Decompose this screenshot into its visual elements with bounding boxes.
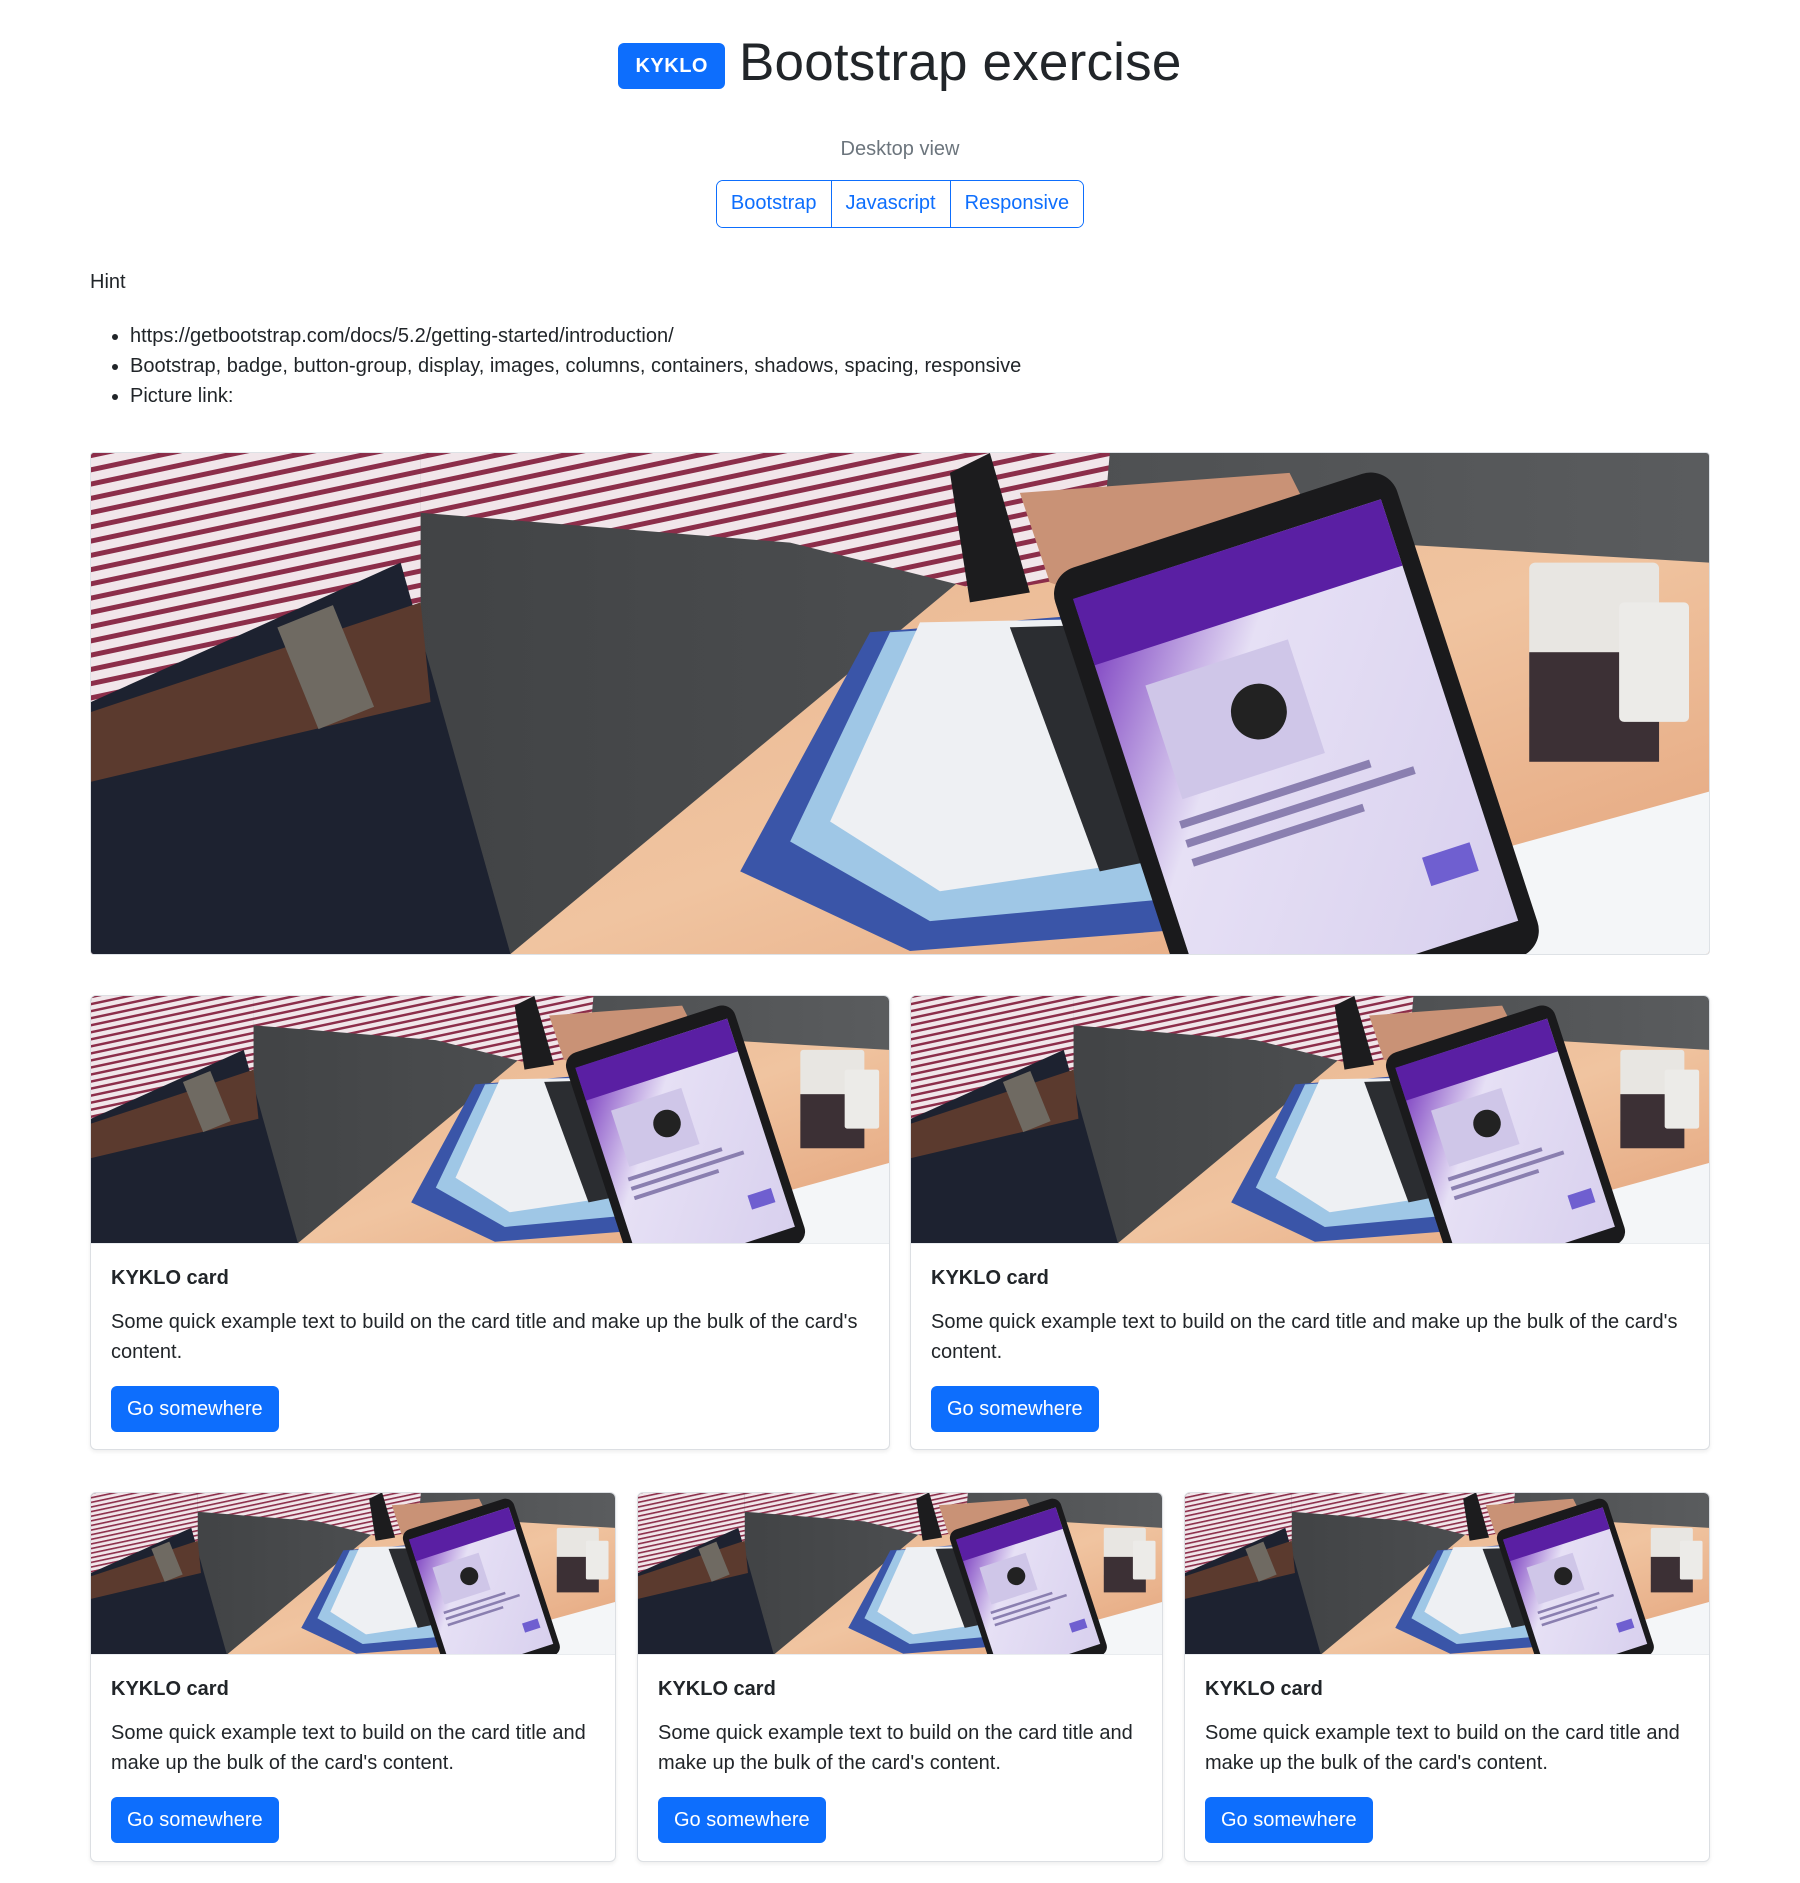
responsive-button[interactable]: Responsive xyxy=(950,181,1084,227)
hint-item-link: https://getbootstrap.com/docs/5.2/gettin… xyxy=(130,321,1710,351)
hint-item-topics: Bootstrap, badge, button-group, display,… xyxy=(130,351,1710,381)
card-body: KYKLO card Some quick example text to bu… xyxy=(91,1678,615,1843)
card-image xyxy=(91,1493,615,1655)
card-image xyxy=(638,1493,1162,1655)
main-container: KYKLO Bootstrap exercise Desktop view Bo… xyxy=(90,0,1710,411)
tablet-photo xyxy=(91,453,1709,954)
page-header: KYKLO Bootstrap exercise Desktop view Bo… xyxy=(90,0,1710,228)
button-group: Bootstrap Javascript Responsive xyxy=(715,180,1085,228)
go-somewhere-button[interactable]: Go somewhere xyxy=(658,1797,826,1843)
card-text: Some quick example text to build on the … xyxy=(111,1722,586,1774)
go-somewhere-button[interactable]: Go somewhere xyxy=(111,1797,279,1843)
card-2: KYKLO card Some quick example text to bu… xyxy=(910,995,1710,1450)
page-title: Bootstrap exercise xyxy=(738,32,1182,92)
card-image xyxy=(911,996,1709,1244)
card-4: KYKLO card Some quick example text to bu… xyxy=(637,1492,1163,1862)
card-5: KYKLO card Some quick example text to bu… xyxy=(1184,1492,1710,1862)
card-image xyxy=(91,996,889,1244)
card-image xyxy=(1185,1493,1709,1655)
card-text: Some quick example text to build on the … xyxy=(111,1311,858,1363)
card-body: KYKLO card Some quick example text to bu… xyxy=(1185,1678,1709,1843)
card-text: Some quick example text to build on the … xyxy=(658,1722,1133,1774)
kyklo-badge: KYKLO xyxy=(618,43,725,89)
go-somewhere-button[interactable]: Go somewhere xyxy=(931,1386,1099,1432)
go-somewhere-button[interactable]: Go somewhere xyxy=(1205,1797,1373,1843)
card-body: KYKLO card Some quick example text to bu… xyxy=(91,1267,889,1432)
card-body: KYKLO card Some quick example text to bu… xyxy=(638,1678,1162,1843)
card-title: KYKLO card xyxy=(1205,1678,1323,1700)
hint-item-picture: Picture link: xyxy=(130,381,1710,411)
card-text: Some quick example text to build on the … xyxy=(931,1311,1678,1363)
card-3: KYKLO card Some quick example text to bu… xyxy=(90,1492,616,1862)
hero-image xyxy=(90,452,1710,955)
card-text: Some quick example text to build on the … xyxy=(1205,1722,1680,1774)
hint-label: Hint xyxy=(90,271,126,293)
page-subtitle: Desktop view xyxy=(840,138,960,160)
card-title: KYKLO card xyxy=(931,1267,1049,1289)
hint-list: https://getbootstrap.com/docs/5.2/gettin… xyxy=(90,321,1710,411)
bootstrap-button[interactable]: Bootstrap xyxy=(716,181,832,227)
card-1: KYKLO card Some quick example text to bu… xyxy=(90,995,890,1450)
card-body: KYKLO card Some quick example text to bu… xyxy=(911,1267,1709,1432)
go-somewhere-button[interactable]: Go somewhere xyxy=(111,1386,279,1432)
javascript-button[interactable]: Javascript xyxy=(831,181,951,227)
title-row: KYKLO Bootstrap exercise xyxy=(90,30,1710,94)
card-title: KYKLO card xyxy=(658,1678,776,1700)
card-title: KYKLO card xyxy=(111,1678,229,1700)
card-title: KYKLO card xyxy=(111,1267,229,1289)
